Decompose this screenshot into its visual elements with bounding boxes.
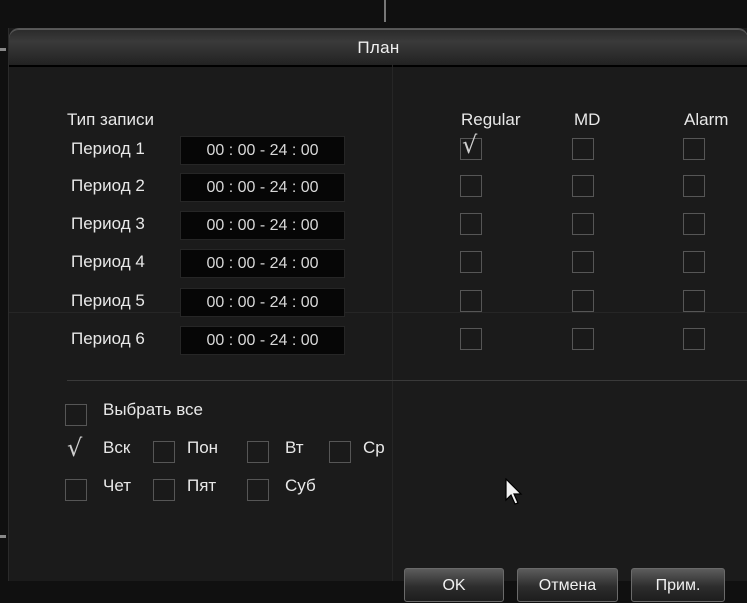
regular-checkbox[interactable] <box>460 213 482 235</box>
period-time-field[interactable]: 00 : 00 - 24 : 00 <box>180 211 345 240</box>
period-time-field[interactable]: 00 : 00 - 24 : 00 <box>180 326 345 355</box>
md-checkbox[interactable] <box>572 213 594 235</box>
day-label: Чет <box>103 476 132 495</box>
period-label: Период 4 <box>71 252 145 271</box>
day-checkbox[interactable] <box>65 479 87 501</box>
cancel-button[interactable]: Отмена <box>517 568 618 602</box>
alarm-checkbox[interactable] <box>683 175 705 197</box>
section-divider <box>67 380 747 381</box>
period-label: Период 1 <box>71 139 145 158</box>
day-label: Вск <box>103 438 131 457</box>
md-checkbox[interactable] <box>572 328 594 350</box>
period-time-field[interactable]: 00 : 00 - 24 : 00 <box>180 136 345 165</box>
dialog-titlebar: План <box>9 28 747 67</box>
select-all-checkbox[interactable] <box>65 404 87 426</box>
period-label: Период 5 <box>71 291 145 310</box>
alarm-checkbox[interactable] <box>683 138 705 160</box>
period-time-field[interactable]: 00 : 00 - 24 : 00 <box>180 173 345 202</box>
top-marker <box>384 0 386 22</box>
regular-checkbox[interactable] <box>460 290 482 312</box>
md-checkbox[interactable] <box>572 290 594 312</box>
period-label: Период 3 <box>71 214 145 233</box>
alarm-checkbox[interactable] <box>683 290 705 312</box>
period-label: Период 2 <box>71 176 145 195</box>
alarm-checkbox[interactable] <box>683 251 705 273</box>
period-time-field[interactable]: 00 : 00 - 24 : 00 <box>180 249 345 278</box>
period-label: Период 6 <box>71 329 145 348</box>
day-checkbox[interactable] <box>329 441 351 463</box>
regular-column-header: Regular <box>461 110 521 129</box>
md-checkbox[interactable] <box>572 175 594 197</box>
schedule-dialog: План Тип записи Regular MD Alarm Период … <box>8 28 747 602</box>
apply-button[interactable]: Прим. <box>631 568 725 602</box>
alarm-column-header: Alarm <box>684 110 729 129</box>
grid-line <box>9 312 747 313</box>
regular-checkbox[interactable] <box>460 175 482 197</box>
edge-marker <box>0 48 6 51</box>
day-checkbox[interactable] <box>153 479 175 501</box>
alarm-checkbox[interactable] <box>683 213 705 235</box>
record-type-label: Тип записи <box>67 110 155 129</box>
md-checkbox[interactable] <box>572 138 594 160</box>
regular-checkbox[interactable]: √ <box>460 133 482 160</box>
day-checkbox[interactable] <box>247 479 269 501</box>
edge-marker <box>0 535 6 538</box>
day-label: Вт <box>285 438 304 457</box>
checkmark-icon: √ <box>462 131 478 159</box>
day-checkbox[interactable] <box>247 441 269 463</box>
alarm-checkbox[interactable] <box>683 328 705 350</box>
period-time-field[interactable]: 00 : 00 - 24 : 00 <box>180 288 345 317</box>
day-label: Пон <box>187 438 219 457</box>
day-label: Пят <box>187 476 217 495</box>
day-label: Суб <box>285 476 316 495</box>
ok-button[interactable]: OK <box>404 568 504 602</box>
mouse-pointer-icon <box>505 478 523 505</box>
select-all-label: Выбрать все <box>103 400 203 419</box>
day-checkbox[interactable] <box>153 441 175 463</box>
regular-checkbox[interactable] <box>460 328 482 350</box>
grid-line <box>392 64 393 581</box>
md-checkbox[interactable] <box>572 251 594 273</box>
md-column-header: MD <box>574 110 601 129</box>
day-checkbox[interactable]: √ <box>65 436 87 463</box>
regular-checkbox[interactable] <box>460 251 482 273</box>
day-label: Ср <box>363 438 385 457</box>
checkmark-icon: √ <box>67 434 83 462</box>
dialog-title: План <box>357 38 400 57</box>
